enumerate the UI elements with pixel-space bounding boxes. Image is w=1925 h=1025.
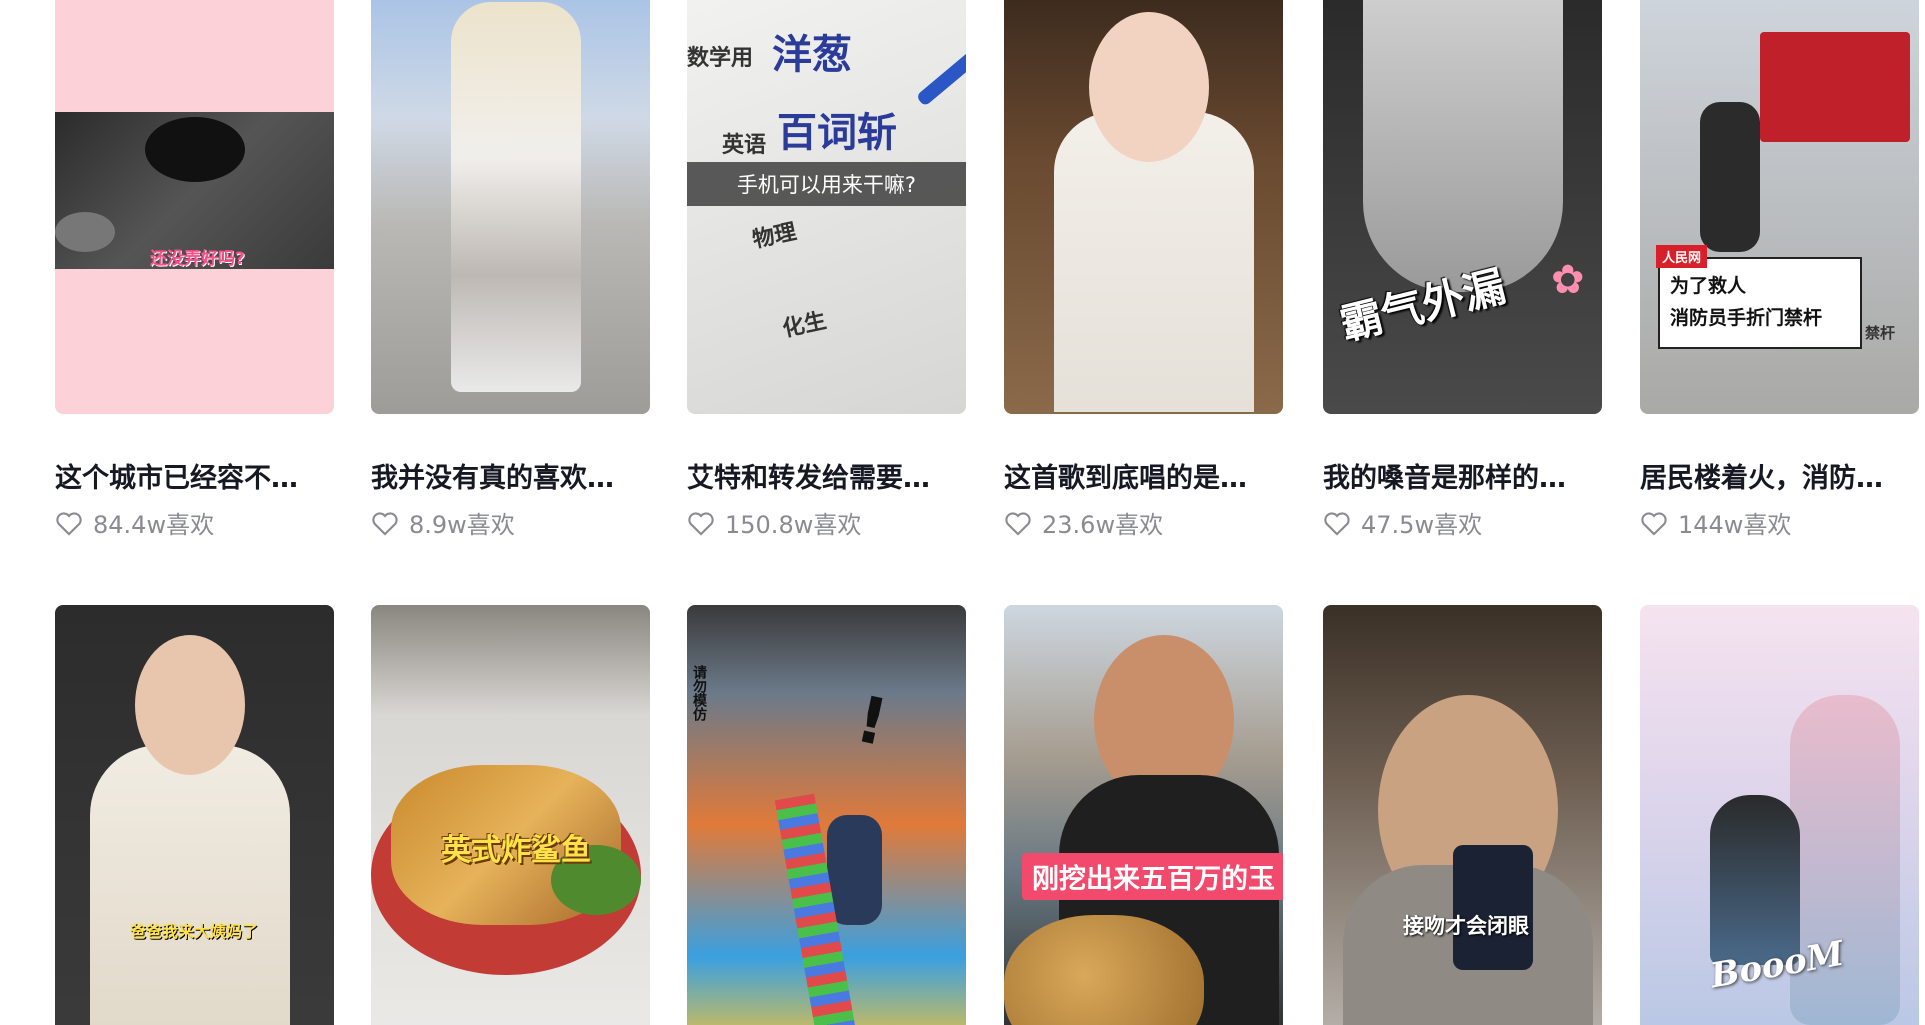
news-overlay-card: 人民网 为了救人 消防员手折门禁杆 xyxy=(1656,245,1862,349)
thumbnail-overlay-text: 还没弄好吗? xyxy=(150,249,245,269)
video-thumbnail[interactable]: 爸爸我来大姨妈了 xyxy=(55,605,334,1025)
video-thumbnail[interactable] xyxy=(371,0,650,414)
person-figure xyxy=(451,2,581,392)
heart-outline-icon[interactable] xyxy=(687,510,715,536)
video-thumbnail[interactable]: 接吻才会闭眼 xyxy=(1323,605,1602,1025)
video-thumbnail[interactable]: 还没弄好吗? xyxy=(55,0,334,414)
heart-outline-icon[interactable] xyxy=(1004,510,1032,536)
like-count: 8.9w喜欢 xyxy=(371,505,515,540)
worksheet-handwriting: 洋葱 xyxy=(772,31,852,78)
video-thumbnail[interactable]: 请勿模仿 ! xyxy=(687,605,966,1025)
jade-stone-image xyxy=(1004,915,1204,1025)
thumbnail-side-text: 禁杆 xyxy=(1865,324,1896,342)
video-thumbnail[interactable]: 英式炸鲨鱼 xyxy=(371,605,650,1025)
video-thumbnail[interactable] xyxy=(1004,0,1283,414)
video-caption[interactable]: 我的嗓音是那样的… xyxy=(1323,456,1605,495)
heart-outline-icon[interactable] xyxy=(371,510,399,536)
phone-image xyxy=(1453,845,1533,970)
person-face xyxy=(135,635,245,775)
news-tag: 人民网 xyxy=(1656,245,1708,268)
flower-icon: ✿ xyxy=(1551,257,1585,303)
person-figure xyxy=(90,745,290,1025)
video-caption[interactable]: 我并没有真的喜欢… xyxy=(371,456,653,495)
video-caption[interactable]: 这首歌到底唱的是… xyxy=(1004,456,1286,495)
fire-truck-image xyxy=(1760,32,1910,142)
heart-outline-icon[interactable] xyxy=(1640,510,1668,536)
like-count: 144w喜欢 xyxy=(1640,505,1791,540)
video-caption[interactable]: 这个城市已经容不… xyxy=(55,456,337,495)
like-count-text: 47.5w喜欢 xyxy=(1361,511,1483,539)
like-count-text: 144w喜欢 xyxy=(1678,511,1792,539)
worksheet-label: 英语 xyxy=(722,133,767,158)
video-thumbnail[interactable]: 人民网 为了救人 消防员手折门禁杆 禁杆 xyxy=(1640,0,1919,414)
firefighter-figure xyxy=(1700,102,1760,252)
person-face xyxy=(1363,0,1563,292)
video-caption[interactable]: 艾特和转发给需要… xyxy=(687,456,969,495)
thumbnail-banner: 手机可以用来干嘛? xyxy=(687,162,966,206)
like-count: 23.6w喜欢 xyxy=(1004,505,1163,540)
like-count-text: 84.4w喜欢 xyxy=(93,511,215,539)
heart-outline-icon[interactable] xyxy=(1323,510,1351,536)
video-thumbnail[interactable]: 刚挖出来五百万的玉 xyxy=(1004,605,1283,1025)
worksheet-label: 化生 xyxy=(780,308,829,343)
news-line: 为了救人 xyxy=(1670,275,1747,297)
video-thumbnail[interactable]: BoooM xyxy=(1640,605,1919,1025)
like-count: 150.8w喜欢 xyxy=(687,505,861,540)
video-thumbnail[interactable]: 霸气外漏 ✿ xyxy=(1323,0,1602,414)
thumbnail-overlay-text: 刚挖出来五百万的玉 xyxy=(1022,853,1283,900)
like-count: 47.5w喜欢 xyxy=(1323,505,1482,540)
pen-image xyxy=(915,51,966,107)
worksheet-handwriting: 百词斩 xyxy=(777,109,897,156)
heart-outline-icon[interactable] xyxy=(55,510,83,536)
like-count: 84.4w喜欢 xyxy=(55,505,214,540)
person-face xyxy=(1089,12,1209,162)
cosplay-figure xyxy=(1710,795,1800,965)
video-thumbnail[interactable]: 数学用 洋葱 英语 百词斩 手机可以用来干嘛? 物理 化生 xyxy=(687,0,966,414)
exclamation-icon: ! xyxy=(849,682,894,762)
thumbnail-side-text: 请勿模仿 xyxy=(691,665,707,721)
thumbnail-overlay-text: 接吻才会闭眼 xyxy=(1403,914,1529,938)
like-count-text: 8.9w喜欢 xyxy=(409,511,515,539)
person-figure xyxy=(827,815,882,925)
thumbnail-overlay-text: 爸爸我来大姨妈了 xyxy=(130,922,259,941)
video-caption[interactable]: 居民楼着火，消防… xyxy=(1640,456,1922,495)
worksheet-label: 物理 xyxy=(750,219,799,254)
worksheet-label: 数学用 xyxy=(687,46,754,71)
news-line: 消防员手折门禁杆 xyxy=(1670,307,1823,329)
video-grid: 还没弄好吗? 这个城市已经容不… 84.4w喜欢 我并没有真的喜欢… 8.9w喜… xyxy=(0,0,1925,1025)
like-count-text: 23.6w喜欢 xyxy=(1042,511,1164,539)
like-count-text: 150.8w喜欢 xyxy=(725,511,862,539)
thumbnail-overlay-text: 英式炸鲨鱼 xyxy=(441,833,591,868)
